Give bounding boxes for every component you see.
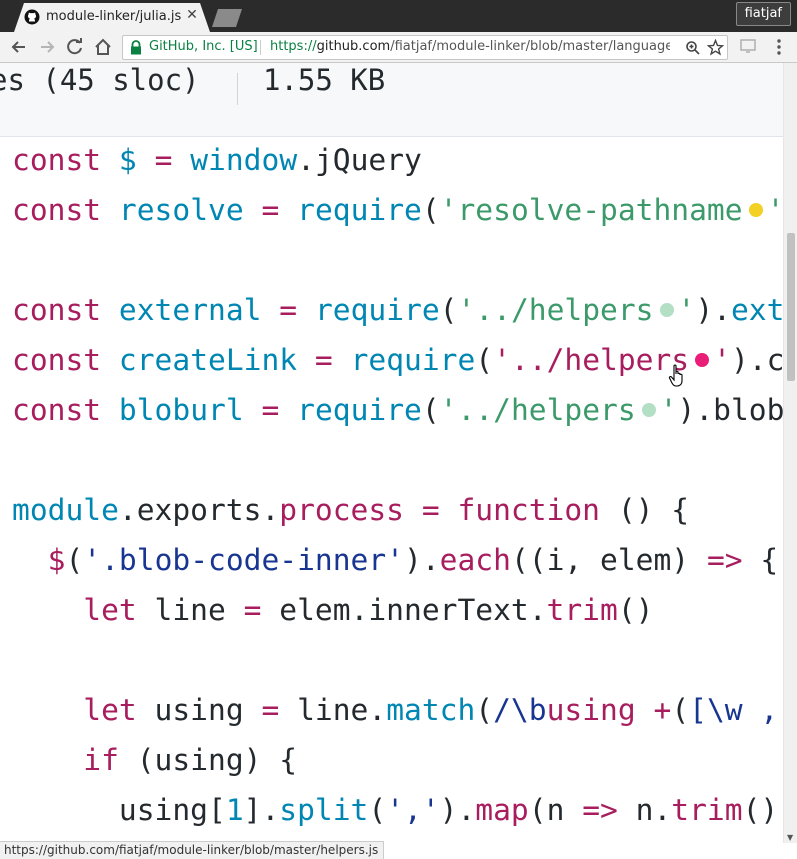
code-line: using[1].split(',').map(n => n.trim() <box>12 793 779 827</box>
code-line: let using = line.match(/\busing +([\w , <box>83 693 779 727</box>
scrollbar-thumb[interactable] <box>787 233 795 381</box>
omnibox-divider <box>260 40 261 55</box>
module-link-dot-green[interactable] <box>659 302 674 317</box>
new-tab-shape <box>212 9 242 27</box>
status-bar-url: https://github.com/fiatjaf/module-linker… <box>0 841 385 859</box>
code-line: const resolve = require('resolve-pathnam… <box>12 193 783 227</box>
url-host: github.com <box>316 39 391 54</box>
code-line: const bloburl = require('../helpers ').bl… <box>12 393 783 427</box>
tab-close-icon[interactable]: ✕ <box>184 7 200 23</box>
file-info-bar: es (45 sloc) 1.55 KB <box>0 63 783 137</box>
hand-cursor-icon <box>668 364 683 387</box>
reload-icon[interactable] <box>64 36 86 58</box>
site-identity: GitHub, Inc. [US] <box>149 39 258 54</box>
home-icon[interactable] <box>92 36 114 58</box>
module-link-dot-yellow[interactable] <box>748 202 763 217</box>
lock-icon <box>131 40 141 55</box>
code-line: module.exports.process = function () { <box>12 493 690 527</box>
back-icon[interactable] <box>8 36 30 58</box>
module-link-dot-pink[interactable] <box>695 352 710 367</box>
cast-icon[interactable] <box>740 39 756 53</box>
url-path: /fiatjaf/module-linker/blob/master/langu… <box>390 39 670 54</box>
bookmark-star-icon[interactable] <box>707 39 724 56</box>
forward-icon[interactable] <box>36 36 58 58</box>
title-bar: module-linker/julia.js ✕ fiatjaf <box>0 0 797 32</box>
menu-icon[interactable] <box>771 38 787 56</box>
code-line: let line = elem.innerText.trim() <box>83 593 654 627</box>
profile-button[interactable]: fiatjaf <box>735 2 791 26</box>
module-link-dot-green[interactable] <box>641 402 656 417</box>
file-size: 1.55 KB <box>263 63 386 97</box>
zoom-icon[interactable] <box>685 40 701 56</box>
file-info-divider <box>237 73 238 105</box>
url-protocol: https:// <box>270 39 317 54</box>
browser-tab[interactable]: module-linker/julia.js ✕ <box>14 3 210 32</box>
github-icon <box>24 9 40 25</box>
code-line: if (using) { <box>83 743 298 777</box>
page-content: es (45 sloc) 1.55 KB const $ = window.jQ… <box>0 63 783 841</box>
new-tab-button[interactable] <box>208 5 248 29</box>
vertical-scrollbar[interactable]: ▼ <box>783 63 797 843</box>
tab-title: module-linker/julia.js <box>46 9 182 24</box>
browser-toolbar: GitHub, Inc. [US] https://github.com/fia… <box>0 32 797 63</box>
url-text: https://github.com/fiatjaf/module-linker… <box>270 39 670 54</box>
code-line: $('.blob-code-inner').each((i, elem) => … <box>47 543 779 577</box>
file-line-count: es (45 sloc) <box>0 63 200 97</box>
address-bar[interactable]: GitHub, Inc. [US] https://github.com/fia… <box>122 35 728 60</box>
code-line: const $ = window.jQuery <box>12 143 422 177</box>
code-line: const external = require('../helpers ').e… <box>12 293 783 327</box>
scroll-down-arrow-icon[interactable]: ▼ <box>787 833 793 842</box>
